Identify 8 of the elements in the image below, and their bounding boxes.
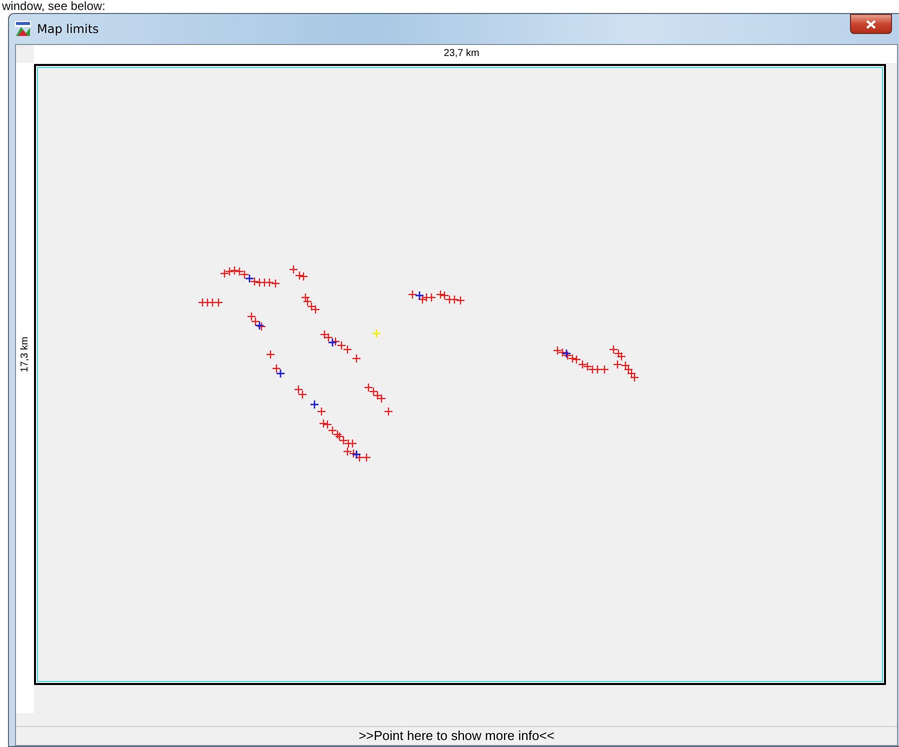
height-label: 17,3 km [20,336,30,372]
close-button[interactable] [850,14,892,34]
status-bar[interactable]: >>Point here to show more info<< [16,726,897,745]
document-text: window, see below: [1,0,106,13]
app-logo-icon [15,21,31,37]
window-title: Map limits [37,22,100,36]
close-icon [866,20,876,28]
width-label: 23,7 km [444,48,480,59]
